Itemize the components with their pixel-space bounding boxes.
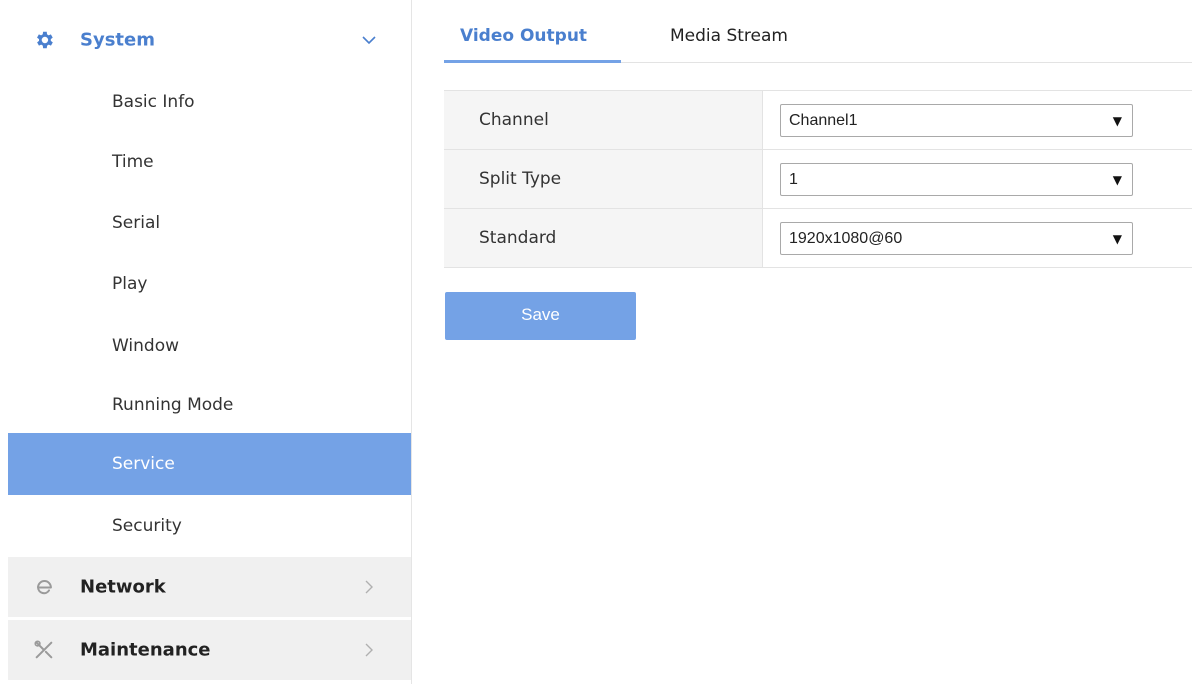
gear-icon [32, 28, 56, 52]
form-row-channel: Channel Channel1 ▼ [444, 91, 1192, 150]
sidebar-item-running-mode[interactable]: Running Mode [8, 375, 411, 435]
tools-icon [32, 638, 56, 662]
sidebar-item-label: Play [112, 274, 148, 294]
sidebar-item-label: Serial [112, 213, 161, 233]
sidebar-item-label: Running Mode [112, 395, 234, 415]
save-button[interactable]: Save [445, 292, 636, 340]
sidebar-group-label: Maintenance [80, 639, 211, 661]
form-row-split-type: Split Type 1 ▼ [444, 150, 1192, 209]
sidebar-item-label: Service [112, 454, 175, 474]
channel-select[interactable]: Channel1 ▼ [780, 104, 1133, 137]
sidebar-group-system[interactable]: System [8, 10, 411, 70]
sidebar-divider [411, 0, 412, 684]
tab-bar: Video Output Media Stream [444, 10, 1192, 66]
standard-select-value: 1920x1080@60 [789, 229, 903, 247]
dropdown-arrow-icon: ▼ [1112, 172, 1122, 187]
chevron-down-icon [361, 32, 377, 48]
sidebar-group-label: Network [80, 576, 166, 598]
sidebar-item-service[interactable]: Service [8, 433, 411, 495]
sidebar-item-window[interactable]: Window [8, 316, 411, 376]
sidebar-item-label: Window [112, 336, 180, 356]
form-row-standard: Standard 1920x1080@60 ▼ [444, 209, 1192, 268]
sidebar-item-security[interactable]: Security [8, 496, 411, 556]
split-type-select[interactable]: 1 ▼ [780, 163, 1133, 196]
standard-label: Standard [479, 228, 557, 248]
sidebar-item-time[interactable]: Time [8, 132, 411, 192]
sidebar-item-play[interactable]: Play [8, 254, 411, 314]
active-tab-indicator [444, 60, 621, 63]
standard-select[interactable]: 1920x1080@60 ▼ [780, 222, 1133, 255]
chevron-right-icon [361, 579, 377, 595]
split-type-label: Split Type [479, 169, 562, 189]
sidebar-item-label: Security [112, 516, 182, 536]
sidebar-item-basic-info[interactable]: Basic Info [8, 72, 411, 132]
sidebar-group-maintenance[interactable]: Maintenance [8, 620, 411, 680]
sidebar-group-network[interactable]: Network [8, 557, 411, 617]
dropdown-arrow-icon: ▼ [1112, 113, 1122, 128]
sidebar-item-label: Basic Info [112, 92, 195, 112]
channel-label: Channel [479, 110, 549, 130]
sidebar-group-label: System [80, 29, 155, 51]
split-type-select-value: 1 [789, 170, 798, 188]
network-e-icon [32, 575, 56, 599]
chevron-right-icon [361, 642, 377, 658]
form-label-cell: Split Type [444, 150, 763, 208]
dropdown-arrow-icon: ▼ [1112, 231, 1122, 246]
channel-select-value: Channel1 [789, 111, 858, 129]
sidebar: System Basic Info Time Serial Play Windo… [0, 0, 411, 684]
sidebar-item-label: Time [112, 152, 154, 172]
tab-media-stream[interactable]: Media Stream [670, 26, 788, 62]
sidebar-item-serial[interactable]: Serial [8, 193, 411, 253]
form-label-cell: Channel [444, 91, 763, 149]
video-output-form: Channel Channel1 ▼ Split Type 1 ▼ Standa… [444, 90, 1192, 268]
form-label-cell: Standard [444, 209, 763, 267]
tab-video-output[interactable]: Video Output [460, 26, 587, 62]
